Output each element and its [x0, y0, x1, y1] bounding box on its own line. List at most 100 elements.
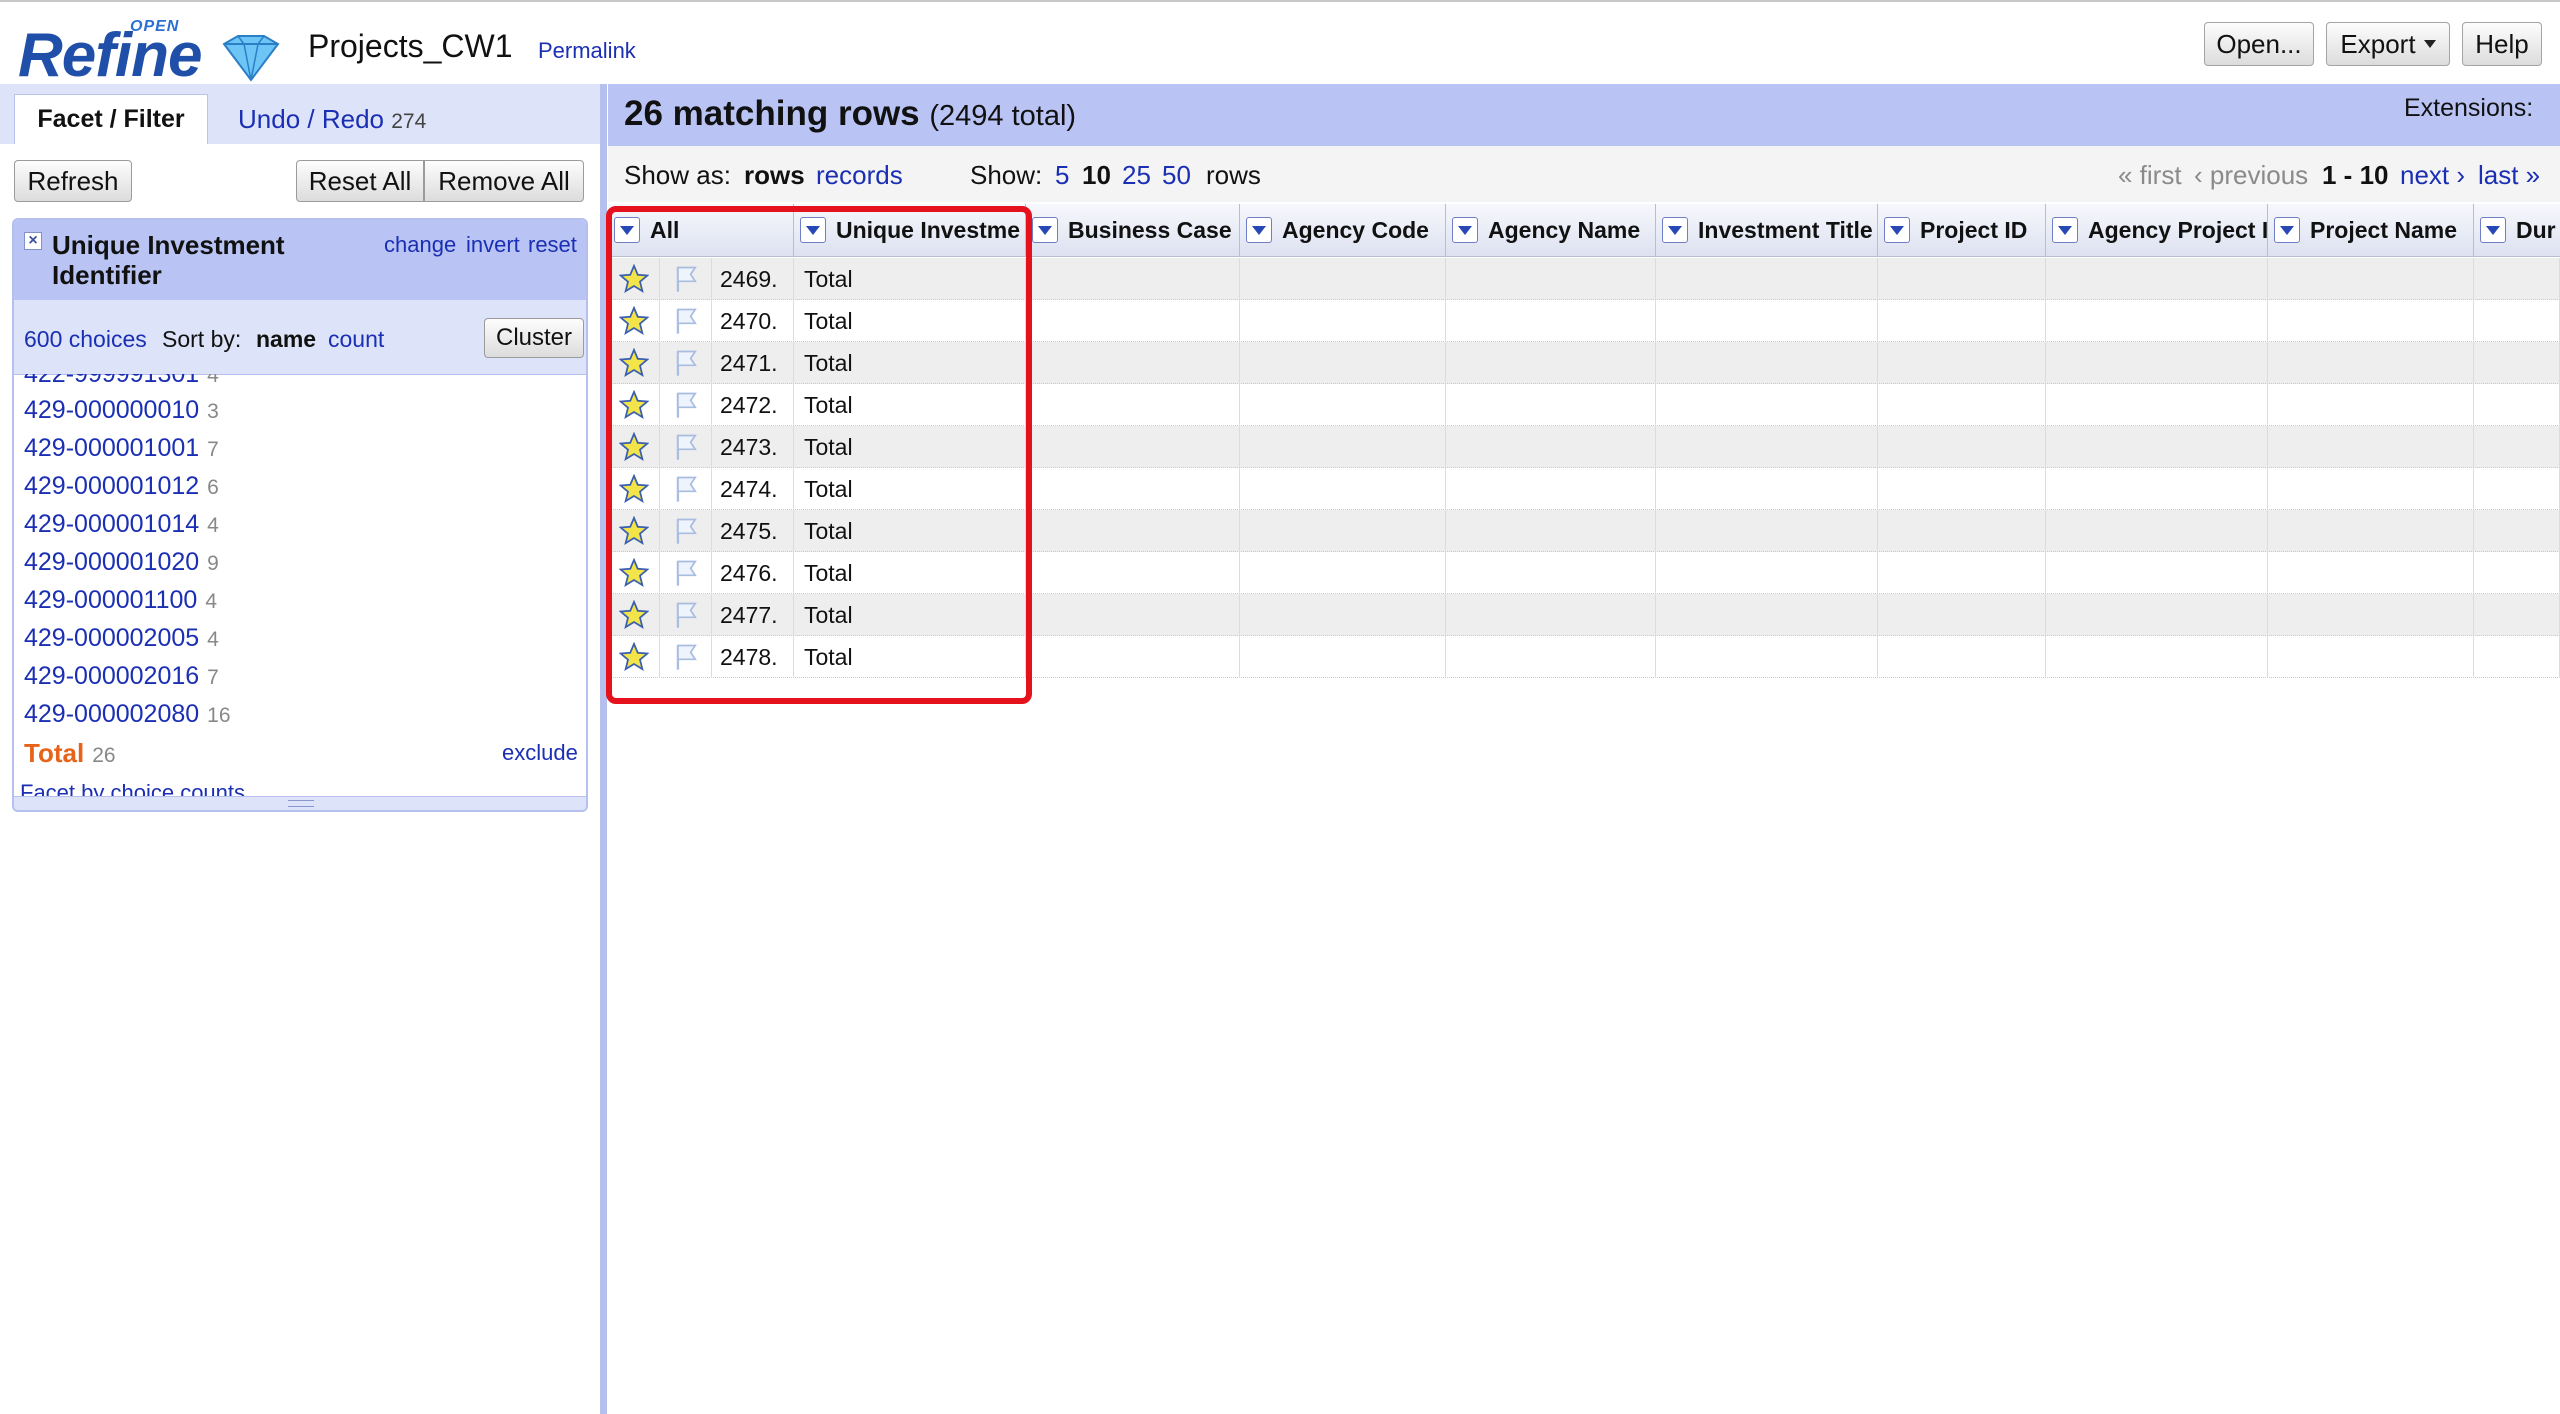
open-button[interactable]: Open... — [2204, 22, 2314, 66]
empty-cell[interactable] — [1240, 258, 1446, 300]
star-icon[interactable] — [608, 552, 660, 594]
page-size-5[interactable]: 5 — [1055, 160, 1069, 191]
cell-unique-investment[interactable]: Total — [794, 426, 1026, 468]
empty-cell[interactable] — [1878, 300, 2046, 342]
tab-facet-filter[interactable]: Facet / Filter — [14, 94, 208, 144]
empty-cell[interactable] — [1240, 300, 1446, 342]
column-header-agency-code[interactable]: Agency Code — [1240, 204, 1446, 256]
empty-cell[interactable] — [1026, 594, 1240, 636]
empty-cell[interactable] — [2046, 426, 2268, 468]
facet-invert-link[interactable]: invert — [466, 232, 520, 258]
facet-choice-selected[interactable]: Total 26 — [24, 738, 116, 769]
column-header-agency-name[interactable]: Agency Name — [1446, 204, 1656, 256]
star-icon[interactable] — [608, 258, 660, 300]
empty-cell[interactable] — [2046, 594, 2268, 636]
dropdown-icon[interactable] — [800, 217, 826, 243]
cell-unique-investment[interactable]: Total — [794, 510, 1026, 552]
flag-icon[interactable] — [660, 342, 712, 384]
empty-cell[interactable] — [2474, 342, 2560, 384]
empty-cell[interactable] — [1446, 594, 1656, 636]
empty-cell[interactable] — [1878, 258, 2046, 300]
remove-all-button[interactable]: Remove All — [424, 160, 584, 202]
empty-cell[interactable] — [1240, 468, 1446, 510]
nav-next[interactable]: next › — [2400, 160, 2465, 191]
empty-cell[interactable] — [2474, 510, 2560, 552]
empty-cell[interactable] — [1656, 636, 1878, 678]
empty-cell[interactable] — [1878, 342, 2046, 384]
empty-cell[interactable] — [2474, 594, 2560, 636]
empty-cell[interactable] — [1026, 636, 1240, 678]
empty-cell[interactable] — [2268, 468, 2474, 510]
flag-icon[interactable] — [660, 594, 712, 636]
empty-cell[interactable] — [1026, 384, 1240, 426]
empty-cell[interactable] — [2474, 258, 2560, 300]
page-size-25[interactable]: 25 — [1122, 160, 1151, 191]
page-size-50[interactable]: 50 — [1162, 160, 1191, 191]
refresh-button[interactable]: Refresh — [14, 160, 132, 202]
empty-cell[interactable] — [2268, 552, 2474, 594]
star-icon[interactable] — [608, 594, 660, 636]
star-icon[interactable] — [608, 636, 660, 678]
empty-cell[interactable] — [1878, 384, 2046, 426]
empty-cell[interactable] — [2268, 342, 2474, 384]
facet-choice[interactable]: 429-000000010 3 — [24, 396, 219, 425]
empty-cell[interactable] — [2046, 468, 2268, 510]
empty-cell[interactable] — [1878, 510, 2046, 552]
facet-choice[interactable]: 429-000001020 9 — [24, 548, 219, 577]
nav-previous[interactable]: ‹ previous — [2194, 160, 2308, 191]
flag-icon[interactable] — [660, 510, 712, 552]
empty-cell[interactable] — [1656, 258, 1878, 300]
column-header-all[interactable]: All — [608, 204, 794, 256]
flag-icon[interactable] — [660, 258, 712, 300]
column-header-duration[interactable]: Dur — [2474, 204, 2560, 256]
nav-last[interactable]: last » — [2478, 160, 2540, 191]
empty-cell[interactable] — [2268, 594, 2474, 636]
empty-cell[interactable] — [1878, 468, 2046, 510]
facet-choice[interactable]: 429-000002005 4 — [24, 624, 219, 653]
column-header-project-name[interactable]: Project Name — [2268, 204, 2474, 256]
empty-cell[interactable] — [2268, 426, 2474, 468]
empty-cell[interactable] — [2268, 384, 2474, 426]
empty-cell[interactable] — [1446, 552, 1656, 594]
reset-all-button[interactable]: Reset All — [296, 160, 424, 202]
flag-icon[interactable] — [660, 300, 712, 342]
column-header-agency-project[interactable]: Agency Project I — [2046, 204, 2268, 256]
empty-cell[interactable] — [1240, 426, 1446, 468]
empty-cell[interactable] — [2474, 552, 2560, 594]
empty-cell[interactable] — [1026, 552, 1240, 594]
empty-cell[interactable] — [1656, 510, 1878, 552]
facet-choice-list[interactable]: 422-999991301 4 429-000000010 3 429-000001… — [14, 374, 586, 810]
project-name[interactable]: Projects_CW1 — [308, 28, 513, 65]
cluster-button[interactable]: Cluster — [484, 318, 584, 358]
flag-icon[interactable] — [660, 384, 712, 426]
sort-name-option[interactable]: name — [256, 326, 316, 353]
dropdown-icon[interactable] — [1452, 217, 1478, 243]
facet-choice[interactable]: 429-000002080 16 — [24, 700, 231, 729]
show-as-rows[interactable]: rows — [744, 160, 805, 191]
tab-undo-redo[interactable]: Undo / Redo 274 — [238, 104, 426, 135]
facet-choice[interactable]: 429-000001014 4 — [24, 510, 219, 539]
cell-unique-investment[interactable]: Total — [794, 384, 1026, 426]
dropdown-icon[interactable] — [1032, 217, 1058, 243]
empty-cell[interactable] — [1878, 636, 2046, 678]
empty-cell[interactable] — [1240, 552, 1446, 594]
empty-cell[interactable] — [2046, 384, 2268, 426]
facet-choice[interactable]: 429-000001012 6 — [24, 472, 219, 501]
star-icon[interactable] — [608, 510, 660, 552]
dropdown-icon[interactable] — [2480, 217, 2506, 243]
empty-cell[interactable] — [1656, 342, 1878, 384]
empty-cell[interactable] — [1446, 510, 1656, 552]
empty-cell[interactable] — [1026, 510, 1240, 552]
empty-cell[interactable] — [2474, 300, 2560, 342]
facet-choice[interactable]: 429-000001100 4 — [24, 586, 217, 615]
dropdown-icon[interactable] — [2274, 217, 2300, 243]
dropdown-icon[interactable] — [2052, 217, 2078, 243]
cell-unique-investment[interactable]: Total — [794, 594, 1026, 636]
show-as-records[interactable]: records — [816, 160, 903, 191]
star-icon[interactable] — [608, 384, 660, 426]
empty-cell[interactable] — [2474, 384, 2560, 426]
flag-icon[interactable] — [660, 552, 712, 594]
empty-cell[interactable] — [2046, 636, 2268, 678]
empty-cell[interactable] — [2268, 258, 2474, 300]
empty-cell[interactable] — [2268, 510, 2474, 552]
